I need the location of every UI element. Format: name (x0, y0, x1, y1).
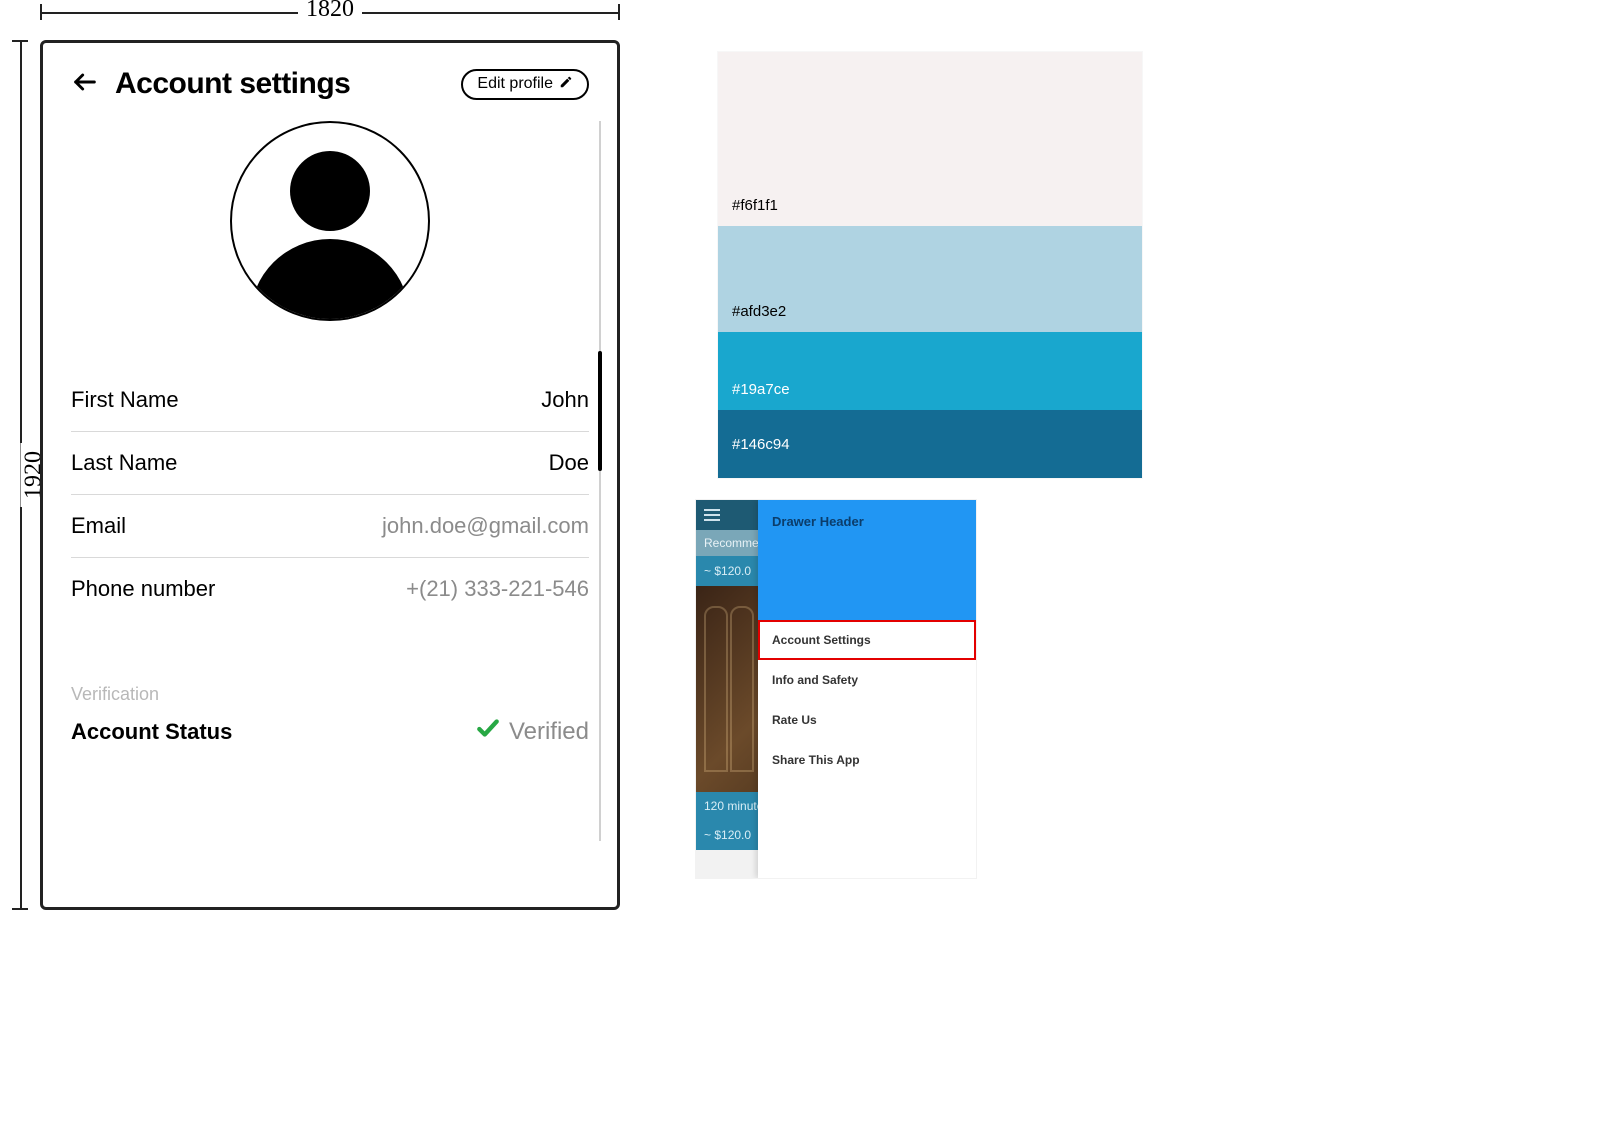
account-settings-wireframe: Account settings Edit profile First Name… (40, 40, 620, 910)
field-email: Email john.doe@gmail.com (71, 495, 589, 558)
field-label: Last Name (71, 450, 177, 476)
underlay-price-label-2: ~ $120.0 (704, 828, 751, 842)
scrollbar-track (599, 121, 601, 841)
drawer-navigation-mock: Recommen ~ $120.0 120 minute ~ $120.0 Dr… (696, 500, 976, 878)
field-value: john.doe@gmail.com (382, 513, 589, 539)
drawer-item-label: Account Settings (772, 633, 871, 647)
drawer-item-share-app[interactable]: Share This App (758, 740, 976, 780)
underlay-duration-label: 120 minute (704, 799, 763, 813)
field-label: Phone number (71, 576, 215, 602)
pencil-icon (559, 75, 573, 94)
swatch-hex: #146c94 (732, 436, 790, 453)
field-first-name: First Name John (71, 369, 589, 432)
field-value: John (541, 387, 589, 413)
swatch-afd3e2: #afd3e2 (718, 226, 1142, 332)
edit-profile-button-label: Edit profile (477, 75, 553, 93)
field-value: +(21) 333-221-546 (406, 576, 589, 602)
swatch-hex: #afd3e2 (732, 303, 786, 320)
back-arrow-icon[interactable] (71, 68, 99, 101)
drawer-item-label: Share This App (772, 753, 860, 767)
drawer-header-text: Drawer Header (772, 514, 864, 529)
profile-avatar-placeholder[interactable] (230, 121, 430, 321)
drawer-panel: Drawer Header Account Settings Info and … (758, 500, 976, 878)
swatch-f6f1f1: #f6f1f1 (718, 52, 1142, 226)
dimension-annotation-height: 1920 (8, 40, 40, 910)
dimension-width-label: 1820 (298, 0, 362, 23)
drawer-item-rate-us[interactable]: Rate Us (758, 700, 976, 740)
field-last-name: Last Name Doe (71, 432, 589, 495)
scrollbar-thumb[interactable] (598, 351, 602, 471)
dimension-annotation-width: 1820 (40, 0, 620, 32)
drawer-item-account-settings[interactable]: Account Settings (758, 620, 976, 660)
field-phone: Phone number +(21) 333-221-546 (71, 558, 589, 620)
swatch-hex: #f6f1f1 (732, 197, 778, 214)
swatch-146c94: #146c94 (718, 410, 1142, 478)
account-status-row: Account Status Verified (71, 715, 589, 748)
underlay-price-label: ~ $120.0 (704, 564, 751, 578)
checkmark-icon (475, 715, 501, 748)
field-value: Doe (549, 450, 589, 476)
verification-section-caption: Verification (71, 684, 589, 705)
drawer-header: Drawer Header (758, 500, 976, 620)
underlay-recommend-label: Recommen (704, 536, 765, 550)
page-title: Account settings (115, 67, 445, 101)
color-palette: #f6f1f1 #afd3e2 #19a7ce #146c94 (718, 52, 1142, 478)
edit-profile-button[interactable]: Edit profile (461, 69, 589, 100)
hamburger-icon[interactable] (704, 509, 720, 521)
field-label: First Name (71, 387, 179, 413)
account-status-label: Account Status (71, 719, 232, 745)
drawer-item-info-safety[interactable]: Info and Safety (758, 660, 976, 700)
swatch-19a7ce: #19a7ce (718, 332, 1142, 410)
field-label: Email (71, 513, 126, 539)
drawer-item-label: Info and Safety (772, 673, 858, 687)
drawer-item-label: Rate Us (772, 713, 817, 727)
account-status-value: Verified (509, 718, 589, 746)
swatch-hex: #19a7ce (732, 381, 790, 398)
